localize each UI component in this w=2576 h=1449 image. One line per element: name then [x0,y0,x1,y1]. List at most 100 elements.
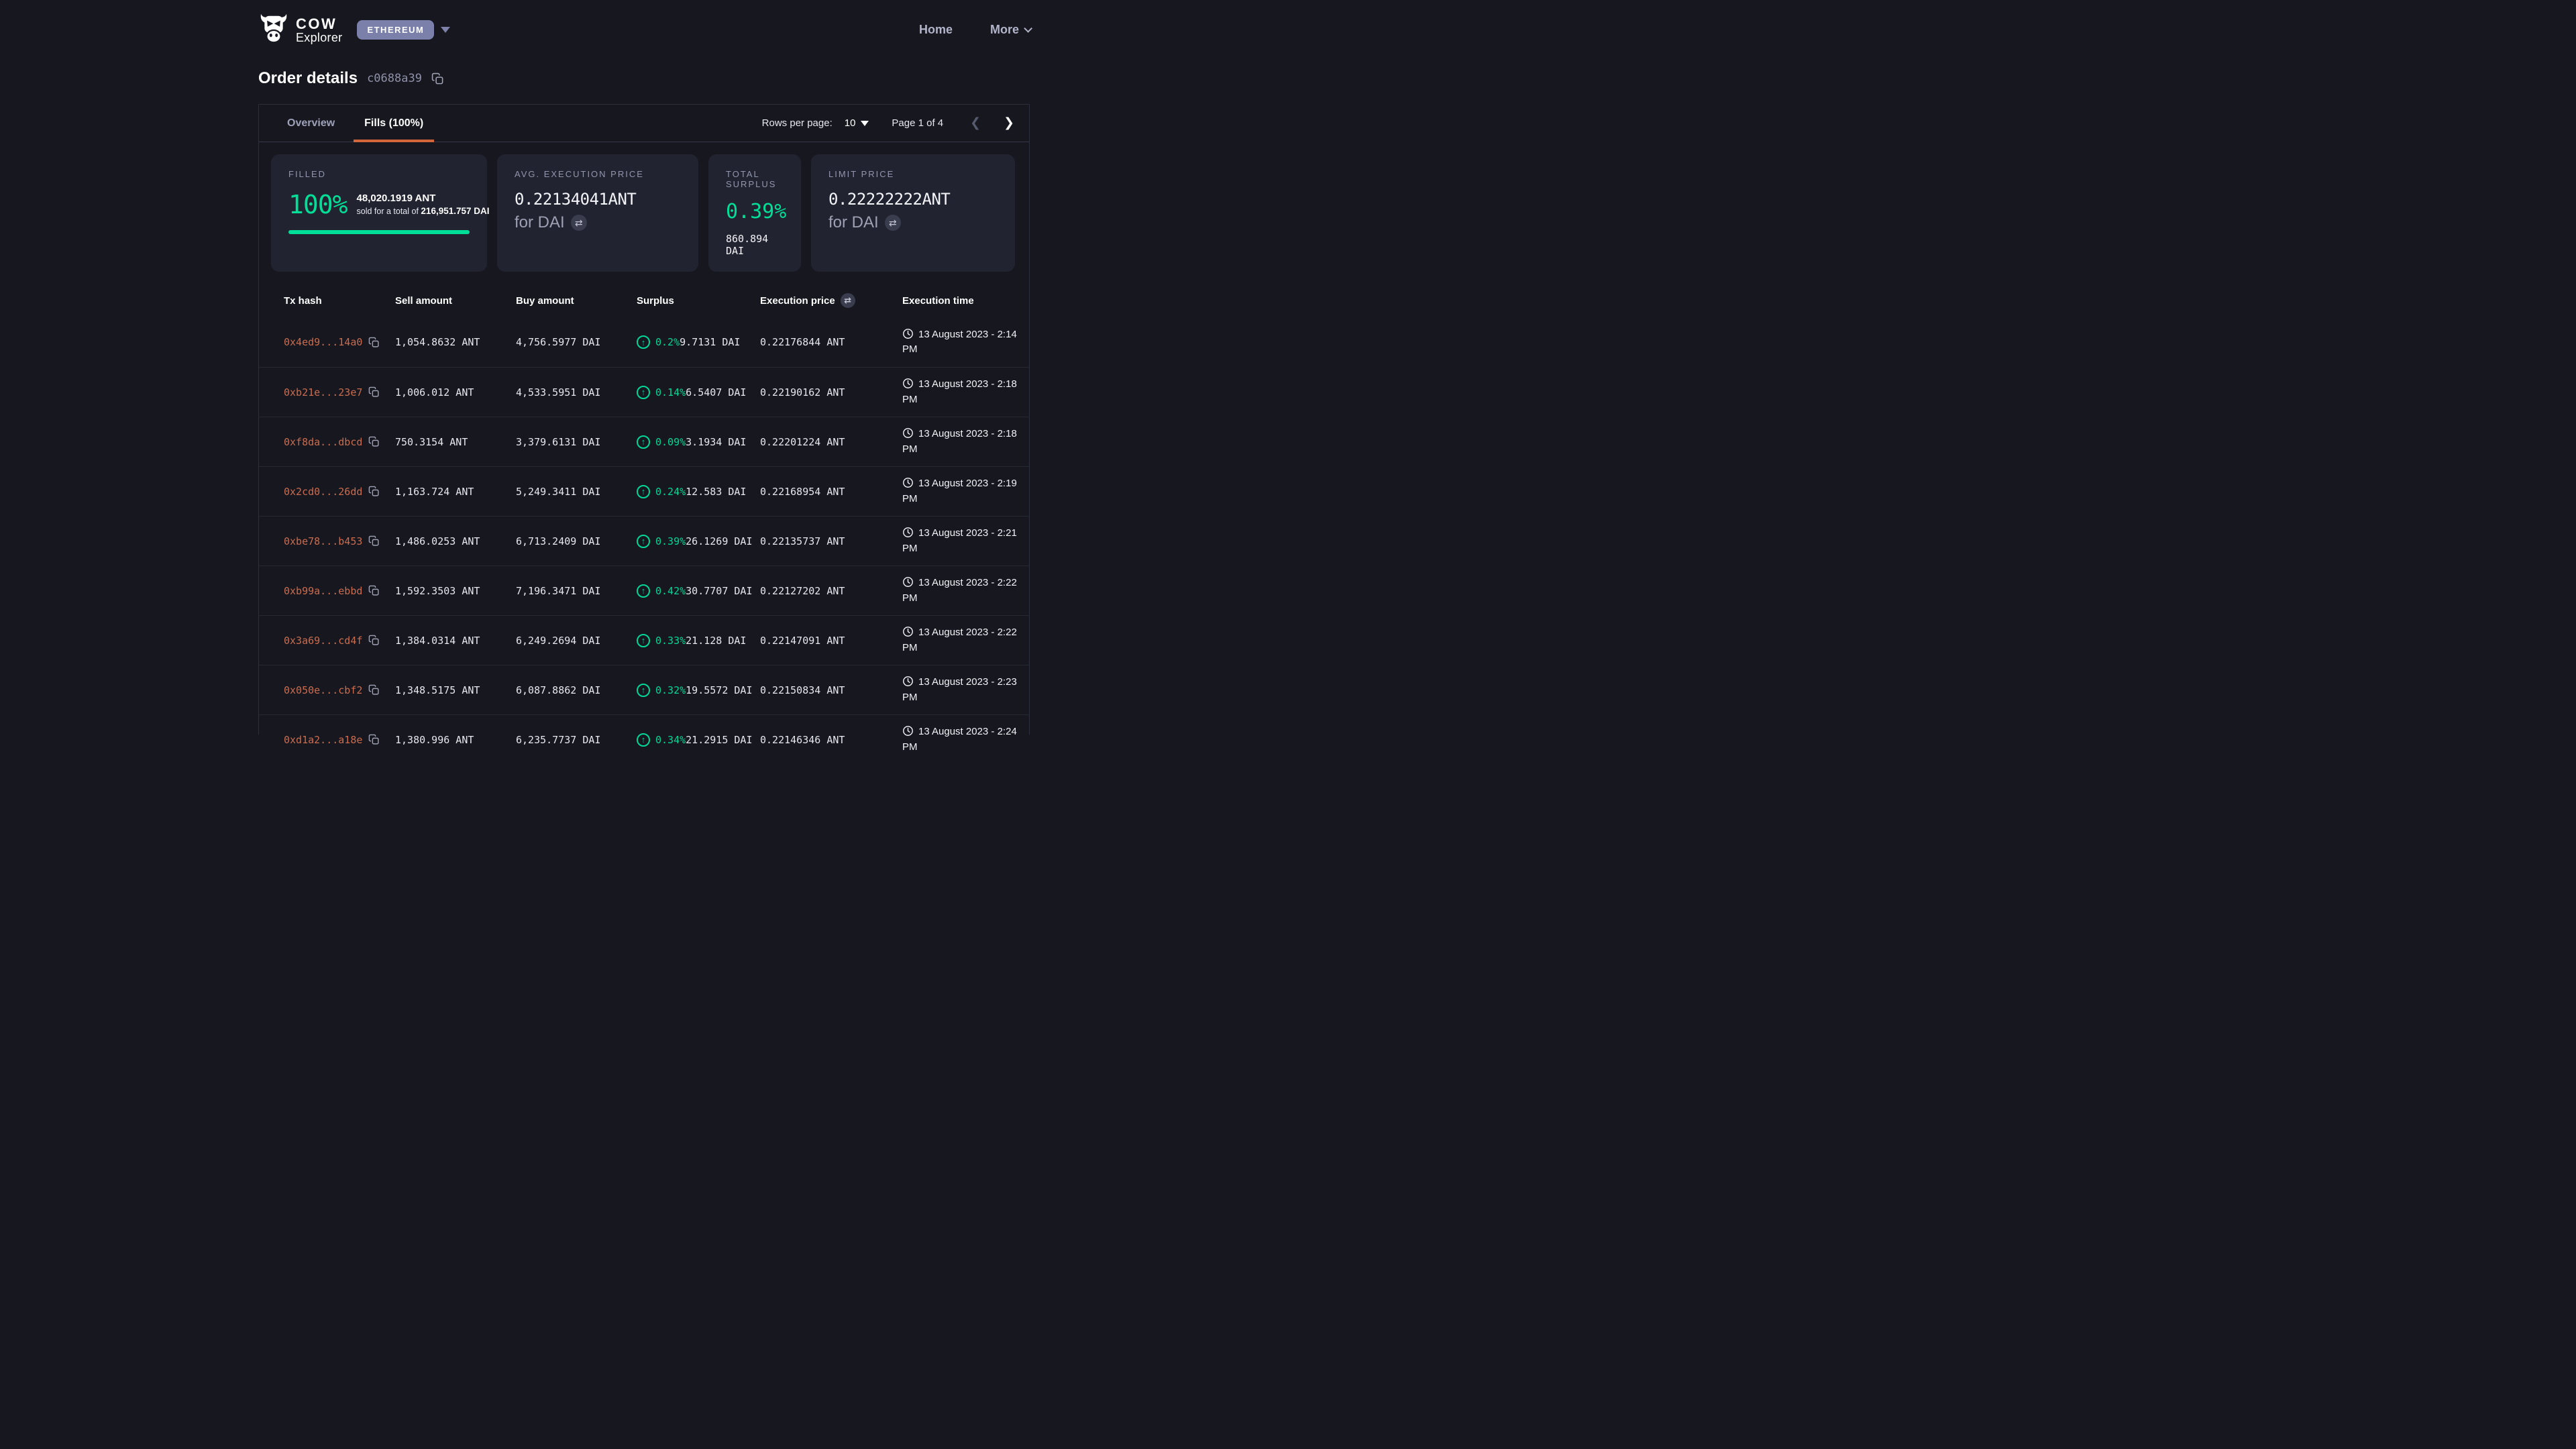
tx-hash-link[interactable]: 0xb21e...23e7 [284,386,362,398]
surplus-percent: 0.32% [655,684,686,696]
buy-amount: 6,249.2694 DAI [516,635,637,647]
sell-amount: 1,486.0253 ANT [395,535,516,547]
copy-tx-hash-icon[interactable] [368,337,380,348]
swap-price-column-icon[interactable]: ⇄ [841,293,855,308]
buy-amount: 3,379.6131 DAI [516,436,637,448]
total-surplus-label: TOTAL SURPLUS [726,169,784,189]
clock-icon [902,676,914,687]
sell-amount: 1,163.724 ANT [395,486,516,498]
clock-icon [902,527,914,538]
surplus: ↑ 0.24% 12.583 DAI [637,485,760,498]
tab-overview[interactable]: Overview [272,105,350,142]
surplus-amount: 26.1269 DAI [686,535,752,547]
tx-hash-link[interactable]: 0xb99a...ebbd [284,585,362,597]
surplus-amount: 12.583 DAI [686,486,746,498]
clock-icon [902,427,914,439]
nav-more[interactable]: More [990,23,1030,37]
filled-label: FILLED [288,169,470,179]
app-header: COW Explorer ETHEREUM Home More [0,0,1288,46]
total-surplus-amount: 860.894 DAI [726,233,784,257]
fills-table: Tx hash Sell amount Buy amount Surplus E… [259,284,1029,764]
avg-execution-price-card: AVG. EXECUTION PRICE 0.22134041ANT for D… [497,154,698,272]
filled-sold-amount: 48,020.1919 ANT [357,192,490,205]
col-surplus: Surplus [637,295,760,307]
buy-amount: 7,196.3471 DAI [516,585,637,597]
next-page-button[interactable]: ❯ [1004,117,1014,129]
copy-tx-hash-icon[interactable] [368,486,380,497]
cow-explorer-logo[interactable]: COW Explorer [258,13,342,46]
tab-fills[interactable]: Fills (100%) [350,105,438,142]
swap-price-icon[interactable]: ⇄ [571,215,587,231]
filled-progress-bar [288,230,470,234]
page-title: Order details [258,69,358,88]
limit-price-for-token: for DAI [828,213,879,232]
tx-hash-link[interactable]: 0xf8da...dbcd [284,436,362,448]
page-indicator: Page 1 of 4 [892,117,943,129]
execution-price: 0.22127202 ANT [760,585,902,597]
surplus-amount: 21.128 DAI [686,635,746,647]
sell-amount: 1,592.3503 ANT [395,585,516,597]
surplus-up-icon: ↑ [637,634,650,647]
copy-tx-hash-icon[interactable] [368,535,380,547]
copy-tx-hash-icon[interactable] [368,386,380,398]
surplus-amount: 19.5572 DAI [686,684,752,696]
sell-amount: 1,348.5175 ANT [395,684,516,696]
col-execution-price: Execution price ⇄ [760,293,902,308]
main-nav: Home More [919,23,1030,37]
surplus-amount: 9.7131 DAI [680,336,740,348]
tx-hash-link[interactable]: 0x3a69...cd4f [284,635,362,647]
surplus: ↑ 0.14% 6.5407 DAI [637,386,760,399]
prev-page-button[interactable]: ❮ [970,117,981,129]
surplus: ↑ 0.34% 21.2915 DAI [637,733,760,747]
table-row: 0xb21e...23e7 1,006.012 ANT 4,533.5951 D… [259,367,1029,417]
surplus-up-icon: ↑ [637,485,650,498]
surplus-amount: 3.1934 DAI [686,436,746,448]
copy-tx-hash-icon[interactable] [368,684,380,696]
sell-amount: 1,054.8632 ANT [395,336,516,348]
limit-price-card: LIMIT PRICE 0.22222222ANT for DAI ⇄ [811,154,1015,272]
tx-hash-link[interactable]: 0xd1a2...a18e [284,734,362,746]
table-row: 0xd1a2...a18e 1,380.996 ANT 6,235.7737 D… [259,714,1029,764]
swap-price-icon[interactable]: ⇄ [885,215,901,231]
buy-amount: 6,087.8862 DAI [516,684,637,696]
tx-hash-link[interactable]: 0x050e...cbf2 [284,684,362,696]
avg-price-label: AVG. EXECUTION PRICE [515,169,681,179]
surplus-percent: 0.2% [655,336,680,348]
execution-time: 13 August 2023 - 2:22 PM [902,576,1017,606]
tx-hash-link[interactable]: 0x2cd0...26dd [284,486,362,498]
avg-price-value: 0.22134041ANT [515,190,681,209]
surplus-amount: 30.7707 DAI [686,585,752,597]
surplus-percent: 0.34% [655,734,686,746]
buy-amount: 4,533.5951 DAI [516,386,637,398]
copy-tx-hash-icon[interactable] [368,436,380,447]
copy-tx-hash-icon[interactable] [368,734,380,745]
nav-home[interactable]: Home [919,23,953,37]
network-caret-icon[interactable] [441,27,450,33]
order-hash: c0688a39 [367,72,422,85]
copy-tx-hash-icon[interactable] [368,635,380,646]
execution-price: 0.22190162 ANT [760,386,902,398]
limit-price-label: LIMIT PRICE [828,169,998,179]
tx-hash-link[interactable]: 0x4ed9...14a0 [284,336,362,348]
clock-icon [902,328,914,339]
network-selector[interactable]: ETHEREUM [357,20,434,40]
copy-order-hash-icon[interactable] [431,72,444,85]
table-row: 0x4ed9...14a0 1,054.8632 ANT 4,756.5977 … [259,317,1029,367]
execution-price: 0.22201224 ANT [760,436,902,448]
execution-price: 0.22135737 ANT [760,535,902,547]
copy-tx-hash-icon[interactable] [368,585,380,596]
table-row: 0x3a69...cd4f 1,384.0314 ANT 6,249.2694 … [259,615,1029,665]
tx-hash-link[interactable]: 0xbe78...b453 [284,535,362,547]
rows-per-page-select[interactable]: 10 [845,117,869,129]
col-tx-hash: Tx hash [284,295,395,307]
col-buy-amount: Buy amount [516,295,637,307]
execution-time: 13 August 2023 - 2:23 PM [902,675,1017,705]
surplus-up-icon: ↑ [637,684,650,697]
main-content: Order details c0688a39 Overview Fills (1… [258,69,1030,735]
surplus-up-icon: ↑ [637,435,650,449]
summary-cards: FILLED 100% 48,020.1919 ANT sold for a t… [259,142,1029,284]
clock-icon [902,378,914,389]
execution-time: 13 August 2023 - 2:22 PM [902,625,1017,655]
table-row: 0x050e...cbf2 1,348.5175 ANT 6,087.8862 … [259,665,1029,714]
logo-line1: COW [296,16,342,32]
